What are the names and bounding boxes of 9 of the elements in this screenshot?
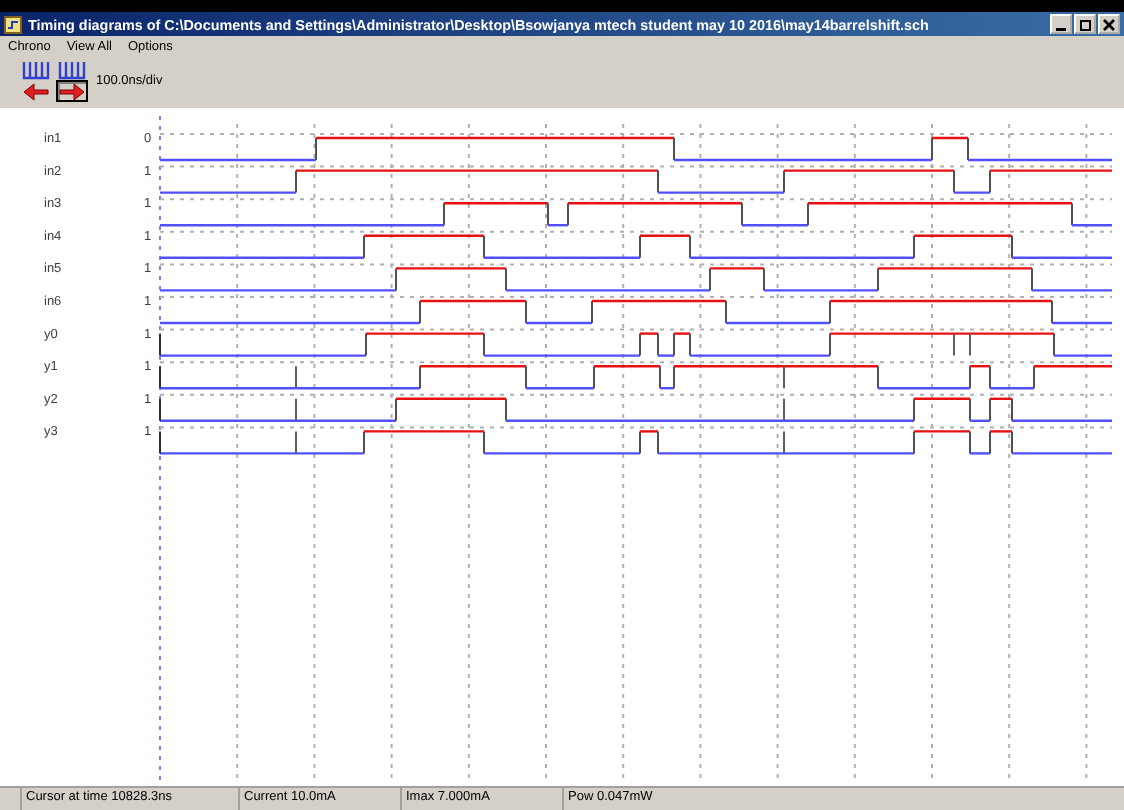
maximize-button[interactable] <box>1074 14 1096 34</box>
close-icon <box>1102 17 1116 31</box>
comb-icon-button[interactable] <box>20 58 52 80</box>
minimize-button[interactable] <box>1050 14 1072 34</box>
app-icon <box>4 15 22 33</box>
maximize-icon <box>1078 17 1092 31</box>
comb-icon-button[interactable] <box>56 58 88 80</box>
arrow-button[interactable] <box>56 80 88 102</box>
close-button[interactable] <box>1098 14 1120 34</box>
